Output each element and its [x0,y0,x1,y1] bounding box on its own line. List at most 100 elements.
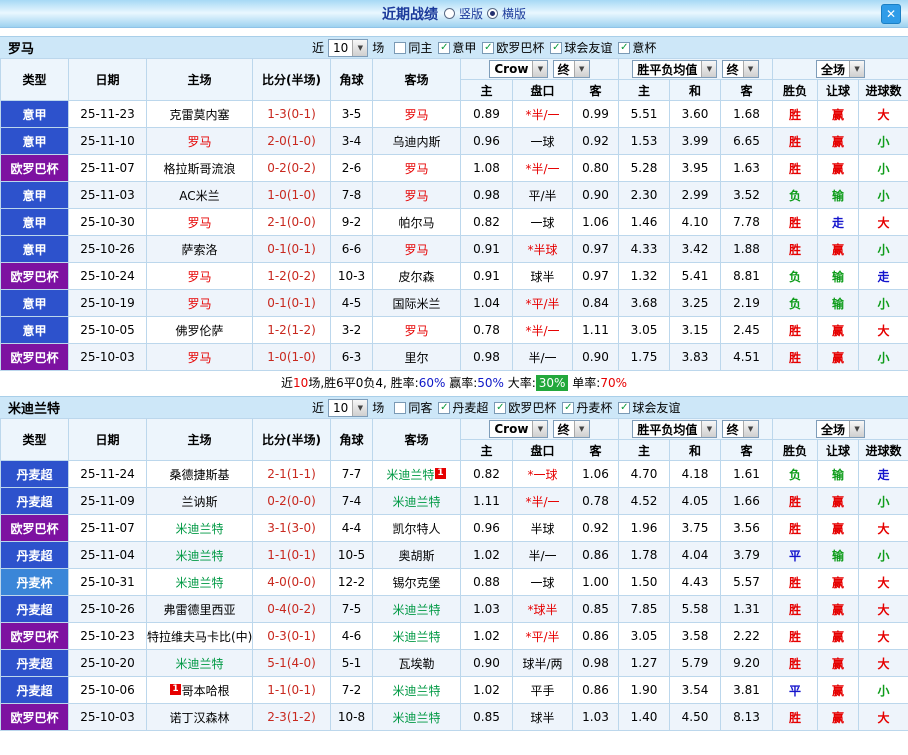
handicap-cell: *半/一 [513,317,573,344]
chevron-down-icon: ▼ [849,61,864,77]
away-odds-cell: 1.06 [573,461,619,488]
odds-stage-select[interactable]: 终 ▼ [553,60,590,78]
match-date-cell: 25-10-06 [69,677,147,704]
near-label: 近 [312,399,324,416]
corners-cell: 5-1 [331,650,373,677]
home-team-cell: 罗马 [147,128,253,155]
avg-home-cell: 3.05 [619,623,670,650]
odds-company-select[interactable]: Crow ▼ [489,420,548,438]
avg-draw-cell: 3.58 [670,623,721,650]
scope-select[interactable]: 全场 ▼ [816,420,865,438]
avg-away-cell: 8.13 [721,704,773,731]
avg-draw-cell: 3.99 [670,128,721,155]
goals-cell: 大 [859,209,908,236]
match-type-cell: 欧罗巴杯 [1,704,69,731]
avg-home-cell: 3.68 [619,290,670,317]
col-date: 日期 [69,419,147,461]
goals-cell: 大 [859,569,908,596]
away-team-cell: 米迪兰特 [373,704,461,731]
competition-filter[interactable]: ✓欧罗巴杯 [482,39,544,56]
avg-away-cell: 6.65 [721,128,773,155]
competition-filter[interactable]: ✓意甲 [438,39,476,56]
home-odds-cell: 1.08 [461,155,513,182]
score-cell: 2-3(1-2) [253,704,331,731]
filter-checkbox[interactable]: ✓ [438,42,450,54]
filter-checkbox[interactable]: ✓ [438,402,450,414]
competition-filter[interactable]: 同主 [394,39,432,56]
avg-odds-select[interactable]: 胜平负均值 ▼ [632,60,717,78]
corners-cell: 10-8 [331,704,373,731]
layout-radio[interactable] [444,8,455,19]
avg-away-cell: 2.22 [721,623,773,650]
filter-checkbox[interactable]: ✓ [494,402,506,414]
avg-odds-select[interactable]: 胜平负均值 ▼ [632,420,717,438]
competition-filter[interactable]: 同客 [394,399,432,416]
match-type-cell: 意甲 [1,290,69,317]
home-team-cell: 1哥本哈根 [147,677,253,704]
match-date-cell: 25-10-23 [69,623,147,650]
goals-cell: 大 [859,101,908,128]
home-odds-cell: 0.90 [461,650,513,677]
filter-checkbox[interactable]: ✓ [562,402,574,414]
handicap-cell: *半球 [513,236,573,263]
filter-label: 同主 [408,39,432,56]
filter-checkbox[interactable]: ✓ [618,402,630,414]
avg-stage-select[interactable]: 终 ▼ [722,60,759,78]
home-odds-cell: 0.96 [461,128,513,155]
avg-home-cell: 5.51 [619,101,670,128]
avg-home-cell: 1.32 [619,263,670,290]
result-cell: 胜 [773,101,818,128]
score-cell: 0-1(0-1) [253,290,331,317]
avg-draw-cell: 3.95 [670,155,721,182]
chevron-down-icon: ▼ [574,421,589,437]
filter-checkbox[interactable] [394,42,406,54]
chevron-down-icon: ▼ [532,421,547,437]
avg-stage-select[interactable]: 终 ▼ [722,420,759,438]
match-count-select[interactable]: 10 ▼ [328,399,368,417]
avg-away-cell: 1.63 [721,155,773,182]
team-name: 哥本哈根 [182,684,230,698]
competition-filter[interactable]: ✓球会友谊 [550,39,612,56]
competition-filter[interactable]: ✓球会友谊 [618,399,680,416]
avg-away-cell: 1.68 [721,101,773,128]
goals-cell: 大 [859,650,908,677]
handicap-cell: 球半/两 [513,650,573,677]
result-cell: 负 [773,263,818,290]
competition-filter[interactable]: ✓丹麦杯 [562,399,612,416]
chevron-down-icon: ▼ [532,61,547,77]
competition-filter[interactable]: ✓意杯 [618,39,656,56]
scope-select[interactable]: 全场 ▼ [816,60,865,78]
filter-checkbox[interactable] [394,402,406,414]
match-row: 欧罗巴杯25-11-07米迪兰特3-1(3-0)4-4凯尔特人0.96半球0.9… [1,515,908,542]
handicap-result-cell: 赢 [818,596,859,623]
match-type-cell: 意甲 [1,128,69,155]
close-button[interactable]: ✕ [881,4,901,24]
handicap-result-cell: 赢 [818,101,859,128]
avg-away-cell: 2.45 [721,317,773,344]
odds-stage-select[interactable]: 终 ▼ [553,420,590,438]
team-name: 凯尔特人 [392,522,440,536]
layout-radio[interactable] [487,8,498,19]
handicap-cell: *球半 [513,596,573,623]
match-type-cell: 欧罗巴杯 [1,344,69,371]
home-team-cell: 佛罗伦萨 [147,317,253,344]
chevron-down-icon: ▼ [743,61,758,77]
match-date-cell: 25-11-24 [69,461,147,488]
home-team-cell: 罗马 [147,209,253,236]
col-type: 类型 [1,419,69,461]
layout-radio-label[interactable]: 竖版 [459,5,483,22]
competition-badge: 丹麦超 [1,488,68,514]
filter-checkbox[interactable]: ✓ [550,42,562,54]
goals-cell: 大 [859,317,908,344]
competition-filter[interactable]: ✓丹麦超 [438,399,488,416]
filter-checkbox[interactable]: ✓ [618,42,630,54]
avg-draw-cell: 4.05 [670,488,721,515]
layout-radio-label[interactable]: 横版 [502,5,526,22]
competition-filter[interactable]: ✓欧罗巴杯 [494,399,556,416]
avg-stage-value: 终 [727,61,739,78]
odds-company-select[interactable]: Crow ▼ [489,60,548,78]
match-count-select[interactable]: 10 ▼ [328,39,368,57]
handicap-result-cell: 赢 [818,623,859,650]
chevron-down-icon: ▼ [701,421,716,437]
filter-checkbox[interactable]: ✓ [482,42,494,54]
